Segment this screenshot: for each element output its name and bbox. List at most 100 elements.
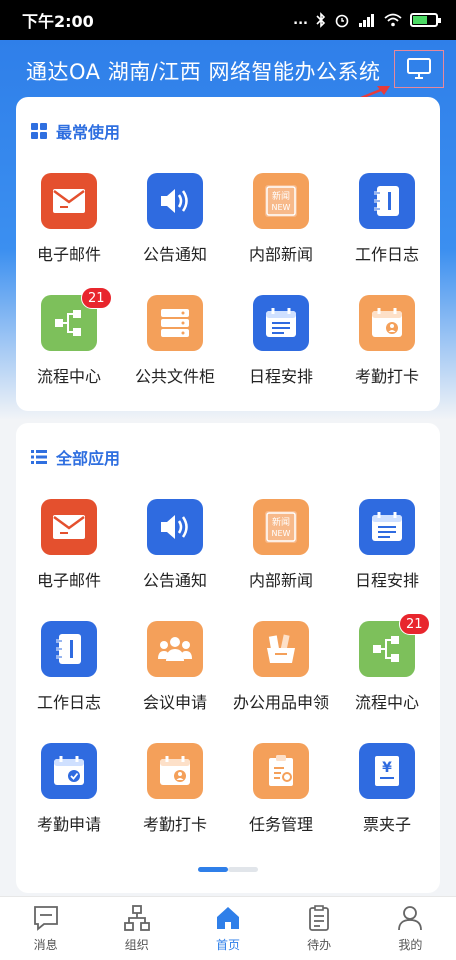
app-workflow[interactable]: 21 流程中心	[334, 613, 440, 743]
notebook-icon	[359, 173, 415, 229]
cabinet-icon	[147, 295, 203, 351]
tab-label: 消息	[33, 938, 58, 952]
app-label: 公共文件柜	[134, 367, 215, 386]
speaker-icon	[147, 499, 203, 555]
app-attendance-punch[interactable]: 考勤打卡	[122, 743, 228, 865]
home-icon	[216, 907, 239, 929]
alarm-icon	[335, 14, 349, 28]
app-office-supplies[interactable]: 办公用品申领	[228, 621, 334, 743]
app-label: 内部新闻	[248, 245, 313, 264]
flow-icon: 21	[359, 613, 430, 677]
signal-icon	[359, 14, 374, 27]
app-news[interactable]: 新闻 NEW 内部新闻	[228, 173, 334, 295]
app-label: 考勤打卡	[354, 367, 419, 386]
app-label: 日程安排	[248, 367, 313, 386]
task-icon	[253, 743, 309, 799]
page-dot	[228, 867, 258, 872]
app-label: 日程安排	[354, 571, 419, 590]
app-label: 电子邮件	[36, 571, 101, 590]
news-text-bottom: NEW	[272, 203, 291, 212]
ticket-glyph: ¥	[382, 760, 392, 776]
app-schedule[interactable]: 日程安排	[228, 295, 334, 417]
app-schedule[interactable]: 日程安排	[334, 499, 440, 621]
status-dots: ...	[293, 12, 308, 28]
app-announcement[interactable]: 公告通知	[122, 499, 228, 621]
ticket-icon: ¥	[359, 743, 415, 799]
app-label: 工作日志	[36, 693, 101, 712]
app-work-log[interactable]: 工作日志	[334, 173, 440, 295]
app-attendance-request[interactable]: 考勤申请	[16, 743, 122, 865]
section-header: 全部应用	[30, 445, 120, 469]
app-news[interactable]: 新闻 NEW 内部新闻	[228, 499, 334, 621]
app-grid: 电子邮件 公告通知 新闻 NEW 内部新闻 日程安排 工作日志 会议申请 办公用…	[16, 499, 440, 865]
app-work-log[interactable]: 工作日志	[16, 621, 122, 743]
page-indicator	[198, 867, 258, 872]
tab-messages[interactable]: 消息	[6, 904, 86, 953]
app-label: 考勤打卡	[142, 815, 207, 834]
app-label: 流程中心	[36, 367, 101, 386]
news-icon: 新闻 NEW	[253, 173, 309, 229]
desktop-mode-button[interactable]	[394, 50, 444, 88]
mail-icon	[41, 173, 97, 229]
list-icon	[31, 450, 47, 464]
tab-label: 我的	[398, 938, 423, 952]
battery-icon	[410, 13, 441, 27]
todo-icon	[309, 905, 330, 931]
app-label: 任务管理	[248, 815, 313, 834]
tab-label: 组织	[124, 938, 149, 952]
page-dot-active	[198, 867, 228, 872]
app-ticket-folder[interactable]: ¥ 票夹子	[334, 743, 440, 865]
battery-level	[413, 16, 428, 24]
tab-organization[interactable]: 组织	[97, 904, 177, 953]
tab-todo[interactable]: 待办	[279, 904, 359, 953]
news-text-bottom: NEW	[272, 529, 291, 538]
supplies-icon	[253, 621, 309, 677]
app-task-management[interactable]: 任务管理	[228, 743, 334, 865]
bluetooth-icon	[316, 12, 326, 28]
app-title: 通达OA 湖南/江西 网络智能办公系统	[26, 60, 381, 84]
app-file-cabinet[interactable]: 公共文件柜	[122, 295, 228, 417]
app-grid: 电子邮件 公告通知 新闻 NEW 内部新闻 工作日志 21 流程中心 公共文件柜…	[16, 173, 440, 417]
app-label: 票夹子	[362, 815, 411, 834]
attendance-card-icon	[147, 743, 203, 799]
app-meeting-request[interactable]: 会议申请	[122, 621, 228, 743]
notification-badge: 21	[81, 287, 112, 309]
flow-icon: 21	[41, 287, 112, 351]
app-label: 电子邮件	[36, 245, 101, 264]
frequent-apps-card: 最常使用 电子邮件 公告通知 新闻 NEW 内部新闻 工作日志 21 流程中心 …	[16, 97, 440, 411]
calendar-list-icon	[359, 499, 415, 555]
news-text-top: 新闻	[272, 190, 290, 202]
notebook-icon	[41, 621, 97, 677]
app-mail[interactable]: 电子邮件	[16, 499, 122, 621]
calendar-list-icon	[253, 295, 309, 351]
app-announcement[interactable]: 公告通知	[122, 173, 228, 295]
app-label: 公告通知	[142, 571, 207, 590]
grid-icon	[31, 123, 47, 139]
status-time: 下午2:00	[22, 12, 94, 31]
app-label: 工作日志	[354, 245, 419, 264]
status-bar: 下午2:00 ...	[0, 0, 456, 40]
news-icon: 新闻 NEW	[253, 499, 309, 555]
all-apps-card: 全部应用 电子邮件 公告通知 新闻 NEW 内部新闻 日程安排 工作日志 会议申…	[16, 423, 440, 893]
section-title: 全部应用	[56, 449, 121, 468]
monitor-icon	[407, 58, 431, 79]
app-mail[interactable]: 电子邮件	[16, 173, 122, 295]
tab-home[interactable]: 首页	[188, 904, 268, 953]
notification-badge: 21	[399, 613, 430, 635]
app-label: 公告通知	[142, 245, 207, 264]
app-label: 考勤申请	[36, 815, 101, 834]
attendance-check-icon	[41, 743, 97, 799]
app-attendance-punch[interactable]: 考勤打卡	[334, 295, 440, 417]
tab-label: 首页	[215, 938, 240, 952]
wifi-icon	[384, 13, 402, 27]
speaker-icon	[147, 173, 203, 229]
org-icon	[123, 905, 150, 931]
section-header: 最常使用	[30, 119, 120, 143]
profile-icon	[398, 906, 423, 931]
app-workflow[interactable]: 21 流程中心	[16, 287, 122, 417]
tab-profile[interactable]: 我的	[370, 904, 450, 953]
bottom-tab-bar: 消息 组织 首页 待办 我的	[0, 896, 456, 960]
app-label: 办公用品申领	[232, 693, 329, 712]
app-label: 内部新闻	[248, 571, 313, 590]
tab-label: 待办	[307, 938, 332, 952]
